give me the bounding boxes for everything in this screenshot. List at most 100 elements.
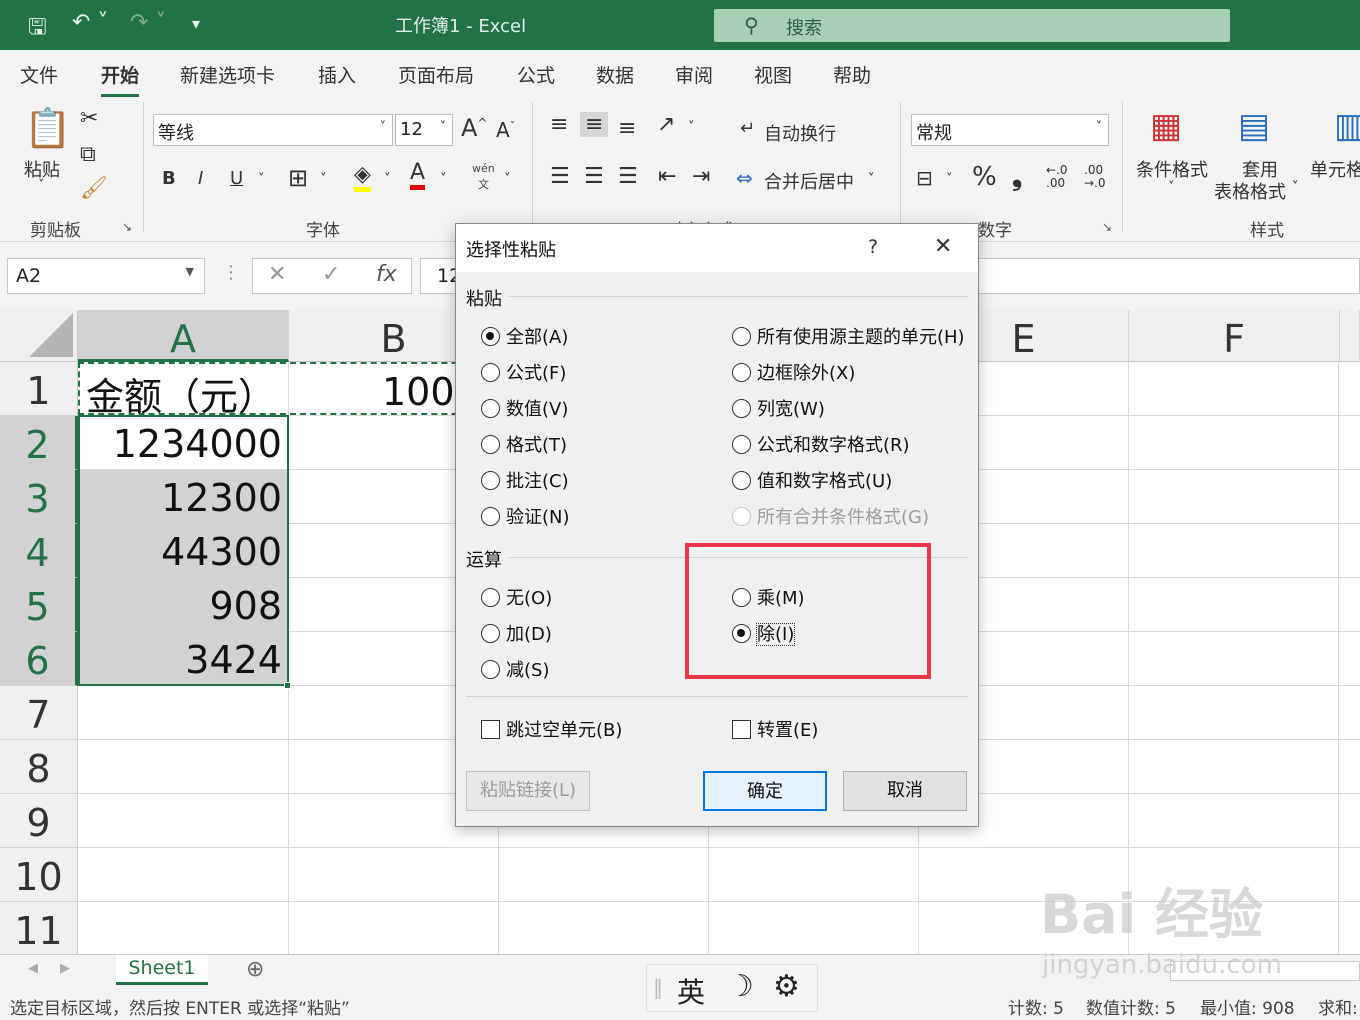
align-center-icon[interactable]: ☰ (584, 164, 604, 189)
format-painter-icon[interactable]: 🖌 (80, 176, 108, 201)
chevron-down-icon[interactable]: ˅ (868, 172, 875, 187)
ime-language-toggle[interactable]: 英 (677, 971, 705, 1011)
row-header-5[interactable]: 5 (0, 578, 78, 632)
checkbox-skip-blanks[interactable]: 跳过空单元(B) (481, 716, 622, 742)
underline-button[interactable]: U (230, 168, 243, 189)
wrap-text-icon[interactable]: ↵ (740, 118, 755, 139)
chevron-down-icon[interactable]: ˅ (258, 172, 265, 187)
cut-icon[interactable]: ✂ (80, 106, 98, 131)
grow-font-button[interactable]: A^ (461, 114, 487, 142)
radio-paste-no-borders[interactable]: 边框除外(X) (732, 359, 855, 385)
gear-icon[interactable]: ⚙ (773, 969, 800, 1004)
orientation-icon[interactable]: ↗ (657, 112, 675, 137)
fill-color-icon[interactable]: ◈ (354, 162, 371, 192)
merge-center-icon[interactable]: ⇔ (736, 166, 753, 190)
ok-button[interactable]: 确定 (703, 771, 827, 811)
align-left-icon[interactable]: ☰ (550, 164, 570, 189)
tab-review[interactable]: 审阅 (675, 61, 713, 88)
insert-function-button[interactable]: fx (376, 262, 397, 287)
radio-paste-comments[interactable]: 批注(C) (481, 467, 569, 493)
wrap-text-button[interactable]: 自动换行 (764, 120, 836, 146)
tab-help[interactable]: 帮助 (833, 61, 871, 88)
merge-center-button[interactable]: 合并后居中 (764, 168, 854, 194)
decrease-decimal-button[interactable]: .00 →.0 (1084, 164, 1106, 190)
column-header-a[interactable]: A (78, 310, 289, 362)
currency-icon[interactable]: ⊟ (916, 166, 933, 190)
redo-icon[interactable]: ↷ ˅ (130, 10, 166, 35)
align-middle-icon[interactable]: ≡ (580, 112, 609, 137)
increase-decimal-button[interactable]: ←.0.00 (1046, 164, 1068, 190)
radio-paste-formulas[interactable]: 公式(F) (481, 359, 566, 385)
align-bottom-icon[interactable]: ≡ (618, 116, 636, 141)
bold-button[interactable]: B (162, 168, 176, 189)
conditional-format-button[interactable]: 条件格式 (1136, 156, 1208, 182)
decrease-indent-icon[interactable]: ⇤ (658, 164, 676, 189)
chevron-down-icon[interactable]: ˅ (320, 172, 327, 187)
row-header-3[interactable]: 3 (0, 470, 78, 524)
phonetic-icon[interactable]: wén (472, 162, 495, 175)
column-header-g[interactable] (1340, 310, 1360, 362)
cell-styles-button[interactable]: 单元格 (1310, 156, 1360, 182)
tab-insert[interactable]: 插入 (318, 61, 356, 88)
increase-indent-icon[interactable]: ⇥ (692, 164, 710, 189)
radio-paste-formats[interactable]: 格式(T) (481, 431, 567, 457)
radio-paste-formulas-numbers[interactable]: 公式和数字格式(R) (732, 431, 910, 457)
select-all-button[interactable] (0, 310, 78, 362)
cell-a4[interactable]: 44300 (161, 530, 282, 574)
search-box[interactable]: ⚲ 搜索 (714, 9, 1230, 42)
percent-button[interactable]: % (972, 162, 997, 192)
tab-data[interactable]: 数据 (596, 61, 634, 88)
radio-paste-values-numbers[interactable]: 值和数字格式(U) (732, 467, 892, 493)
chevron-down-icon[interactable]: ˅ (688, 120, 695, 135)
scroll-left-icon[interactable]: ◀ (28, 961, 38, 976)
conditional-format-icon[interactable]: ▦ (1150, 106, 1182, 146)
close-icon[interactable]: ✕ (934, 234, 952, 259)
font-size-select[interactable]: 12 ˅ (395, 114, 453, 146)
drag-handle-icon[interactable]: ‖ (653, 975, 663, 999)
align-top-icon[interactable]: ≡ (550, 112, 568, 137)
row-header-1[interactable]: 1 (0, 362, 78, 416)
radio-op-subtract[interactable]: 减(S) (481, 656, 549, 682)
format-table-icon[interactable]: ▤ (1238, 106, 1270, 146)
font-color-icon[interactable]: A (410, 160, 426, 190)
radio-paste-column-widths[interactable]: 列宽(W) (732, 395, 825, 421)
moon-icon[interactable]: ☽ (727, 969, 754, 1004)
dialog-launcher-icon[interactable]: ↘ (1102, 220, 1112, 234)
undo-icon[interactable]: ↶ ˅ (72, 10, 108, 35)
radio-paste-source-theme[interactable]: 所有使用源主题的单元(H) (732, 323, 965, 349)
row-header-4[interactable]: 4 (0, 524, 78, 578)
name-box[interactable]: A2 ▼ (7, 258, 205, 294)
tab-new[interactable]: 新建选项卡 (180, 61, 275, 88)
scroll-right-icon[interactable]: ▶ (60, 961, 70, 976)
tab-formulas[interactable]: 公式 (517, 61, 555, 88)
chevron-down-icon[interactable]: ˅ (384, 172, 391, 187)
radio-paste-values[interactable]: 数值(V) (481, 395, 568, 421)
save-icon[interactable]: 🖫 (28, 10, 47, 48)
sheet-tab-sheet1[interactable]: Sheet1 (116, 955, 208, 985)
copy-icon[interactable]: ⧉ (80, 142, 96, 167)
chevron-down-icon[interactable]: ˅ (440, 172, 447, 187)
radio-paste-validation[interactable]: 验证(N) (481, 503, 570, 529)
cell-a6[interactable]: 3424 (185, 638, 282, 682)
chevron-down-icon[interactable]: ˅ (1292, 180, 1299, 195)
chevron-down-icon[interactable]: ˅ (1168, 180, 1175, 195)
cancel-button[interactable]: 取消 (843, 771, 967, 811)
number-format-select[interactable]: 常规 ˅ (911, 114, 1109, 146)
fill-handle[interactable] (284, 682, 291, 689)
cell-a3[interactable]: 12300 (161, 476, 282, 520)
add-sheet-icon[interactable]: ⊕ (246, 957, 264, 982)
format-table-button[interactable]: 表格格式 (1214, 178, 1286, 204)
chevron-down-icon[interactable]: ˅ (38, 178, 45, 193)
radio-paste-all[interactable]: 全部(A) (481, 323, 568, 349)
row-header-6[interactable]: 6 (0, 632, 78, 686)
cancel-icon[interactable]: ✕ (268, 262, 286, 287)
align-right-icon[interactable]: ☰ (618, 164, 638, 189)
radio-op-none[interactable]: 无(O) (481, 584, 552, 610)
comma-button[interactable]: ❟ (1012, 162, 1022, 193)
column-header-f[interactable]: F (1129, 310, 1340, 362)
tab-view[interactable]: 视图 (754, 61, 792, 88)
row-header-7[interactable]: 7 (0, 686, 78, 740)
cell-a1[interactable]: 金额（元） (86, 366, 276, 421)
dialog-launcher-icon[interactable]: ↘ (122, 220, 132, 234)
cell-styles-icon[interactable]: ▥ (1334, 106, 1360, 146)
